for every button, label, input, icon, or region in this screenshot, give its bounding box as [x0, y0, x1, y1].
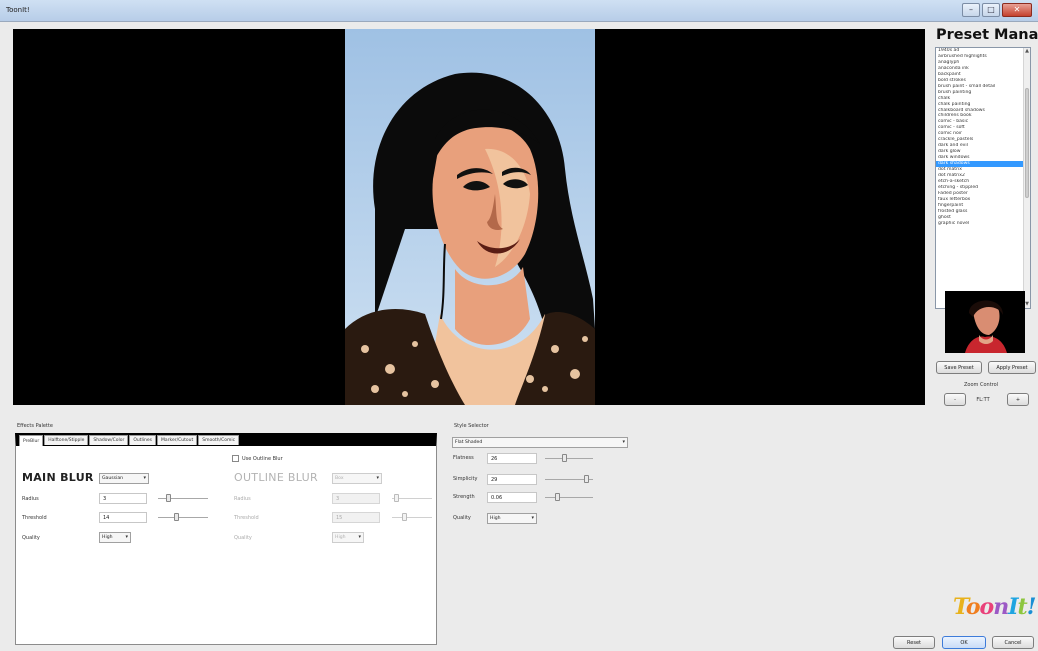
outline-blur-heading: OUTLINE BLUR [234, 471, 318, 484]
chevron-down-icon: ▾ [531, 515, 534, 521]
effects-palette-panel [15, 433, 437, 645]
preset-manager-title: Preset Manager [936, 27, 1038, 43]
chevron-down-icon: ▾ [376, 475, 379, 481]
slider-knob[interactable] [555, 493, 560, 501]
main-blur-heading: MAIN BLUR [22, 471, 94, 484]
use-outline-blur-label: Use Outline Blur [242, 456, 283, 462]
tab-halftone-stipple[interactable]: Halftone/Stipple [44, 435, 89, 445]
scroll-up-icon[interactable]: ▲ [1024, 48, 1030, 55]
outline-threshold-slider[interactable] [392, 512, 432, 522]
slider-knob[interactable] [583, 475, 589, 483]
main-radius-label: Radius [22, 496, 39, 502]
main-quality-select[interactable]: High ▾ [99, 532, 131, 543]
preset-manager-panel: Preset Manager 1940s adairbrushed highli… [931, 25, 1038, 415]
outline-blur-type-value: Box [335, 476, 344, 481]
outline-quality-value: High [335, 535, 346, 540]
outline-blur-type-select[interactable]: Box ▾ [332, 473, 382, 484]
preset-list[interactable]: 1940s ad airbrushed highlights anaglyph ana… [935, 47, 1031, 309]
zoom-value: FL:TT [976, 397, 990, 403]
strength-label: Strength [453, 494, 475, 500]
chevron-down-icon: ▾ [143, 475, 146, 481]
main-radius-input[interactable]: 3 [99, 493, 147, 504]
cancel-button[interactable]: Cancel [992, 636, 1034, 649]
chevron-down-icon: ▾ [622, 439, 625, 445]
main-blur-type-value: Gaussian [102, 476, 124, 481]
chevron-down-icon: ▾ [358, 534, 361, 540]
tab-smooth-comic[interactable]: Smooth/Comic [198, 435, 240, 445]
outline-quality-select[interactable]: High ▾ [332, 532, 364, 543]
style-quality-select[interactable]: High ▾ [487, 513, 537, 524]
image-viewer[interactable] [13, 29, 925, 405]
outline-threshold-label: Threshold [234, 515, 259, 521]
effects-tabs: PreBlur Halftone/Stipple Shadow/Color Ou… [19, 435, 240, 446]
style-select[interactable]: Flat Shaded ▾ [452, 437, 628, 448]
outline-radius-label: Radius [234, 496, 251, 502]
style-selector-label: Style Selector [454, 423, 489, 429]
outline-radius-input[interactable]: 3 [332, 493, 380, 504]
window-title: ToonIt! [6, 6, 30, 14]
flatness-label: Flatness [453, 455, 474, 461]
style-quality-label: Quality [453, 515, 471, 521]
main-blur-type-select[interactable]: Gaussian ▾ [99, 473, 149, 484]
zoom-out-button[interactable]: - [944, 393, 966, 406]
slider-knob[interactable] [394, 494, 399, 502]
style-select-value: Flat Shaded [455, 440, 483, 445]
main-radius-slider[interactable] [158, 493, 208, 503]
slider-knob[interactable] [173, 513, 179, 521]
apply-preset-button[interactable]: Apply Preset [988, 361, 1036, 374]
outline-threshold-input[interactable]: 15 [332, 512, 380, 523]
maximize-icon[interactable]: □ [982, 3, 1000, 17]
preset-list-item[interactable]: graphic novel [936, 221, 1024, 227]
preset-preview-thumbnail [945, 291, 1025, 353]
style-quality-value: High [490, 516, 501, 521]
preset-list-scrollbar[interactable]: ▲ ▼ [1023, 48, 1030, 308]
flatness-input[interactable]: 26 [487, 453, 537, 464]
toonit-logo: ToonIt! [953, 594, 1036, 620]
outline-quality-label: Quality [234, 535, 252, 541]
simplicity-slider[interactable] [545, 474, 593, 484]
simplicity-input[interactable]: 29 [487, 474, 537, 485]
outline-radius-slider[interactable] [392, 493, 432, 503]
strength-slider[interactable] [545, 492, 593, 502]
zoom-control-label: Zoom Control [964, 382, 999, 388]
simplicity-label: Simplicity [453, 476, 478, 482]
use-outline-blur-checkbox[interactable] [232, 455, 239, 462]
save-preset-button[interactable]: Save Preset [936, 361, 982, 374]
close-icon[interactable]: ✕ [1002, 3, 1032, 17]
slider-knob[interactable] [402, 513, 407, 521]
title-bar: ToonIt! – □ ✕ [0, 0, 1038, 22]
ok-button[interactable]: OK [942, 636, 986, 649]
effects-palette-label: Effects Palette [17, 423, 53, 429]
main-quality-label: Quality [22, 535, 40, 541]
tab-shadow-color[interactable]: Shadow/Color [89, 435, 129, 445]
slider-knob[interactable] [562, 454, 568, 462]
strength-input[interactable]: 0.06 [487, 492, 537, 503]
main-threshold-slider[interactable] [158, 512, 208, 522]
slider-knob[interactable] [166, 494, 171, 502]
window-controls: – □ ✕ [962, 3, 1032, 17]
chevron-down-icon: ▾ [125, 534, 128, 540]
tab-outlines[interactable]: Outlines [129, 435, 157, 445]
main-quality-value: High [102, 535, 113, 540]
tab-preblur[interactable]: PreBlur [19, 435, 44, 446]
scroll-thumb[interactable] [1025, 88, 1029, 198]
minimize-icon[interactable]: – [962, 3, 980, 17]
reset-button[interactable]: Reset [893, 636, 935, 649]
zoom-in-button[interactable]: + [1007, 393, 1029, 406]
main-threshold-input[interactable]: 14 [99, 512, 147, 523]
preview-image [345, 29, 595, 405]
main-threshold-label: Threshold [22, 515, 47, 521]
flatness-slider[interactable] [545, 453, 593, 463]
cartoon-portrait [345, 29, 595, 405]
tab-marker-cutout[interactable]: Marker/Cutout [157, 435, 198, 445]
